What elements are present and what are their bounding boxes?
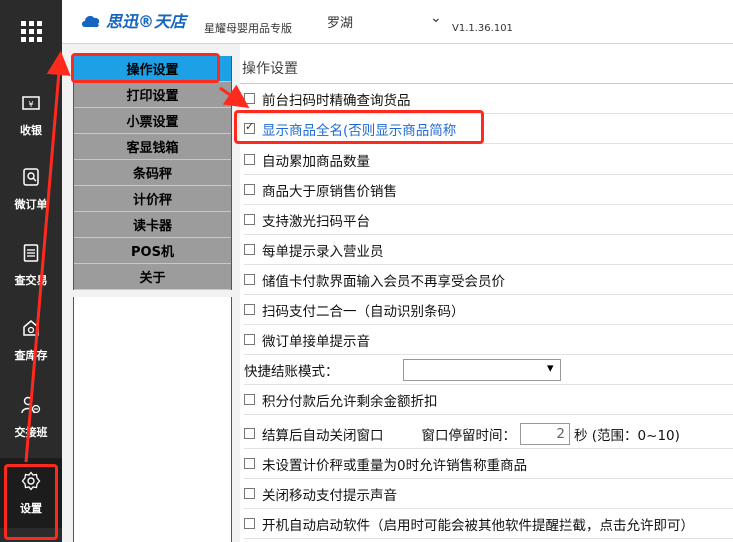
annotation-arrows: [24, 51, 250, 463]
arrow-nav-to-option: [219, 84, 250, 109]
arrow-settings-to-nav: [24, 51, 71, 463]
